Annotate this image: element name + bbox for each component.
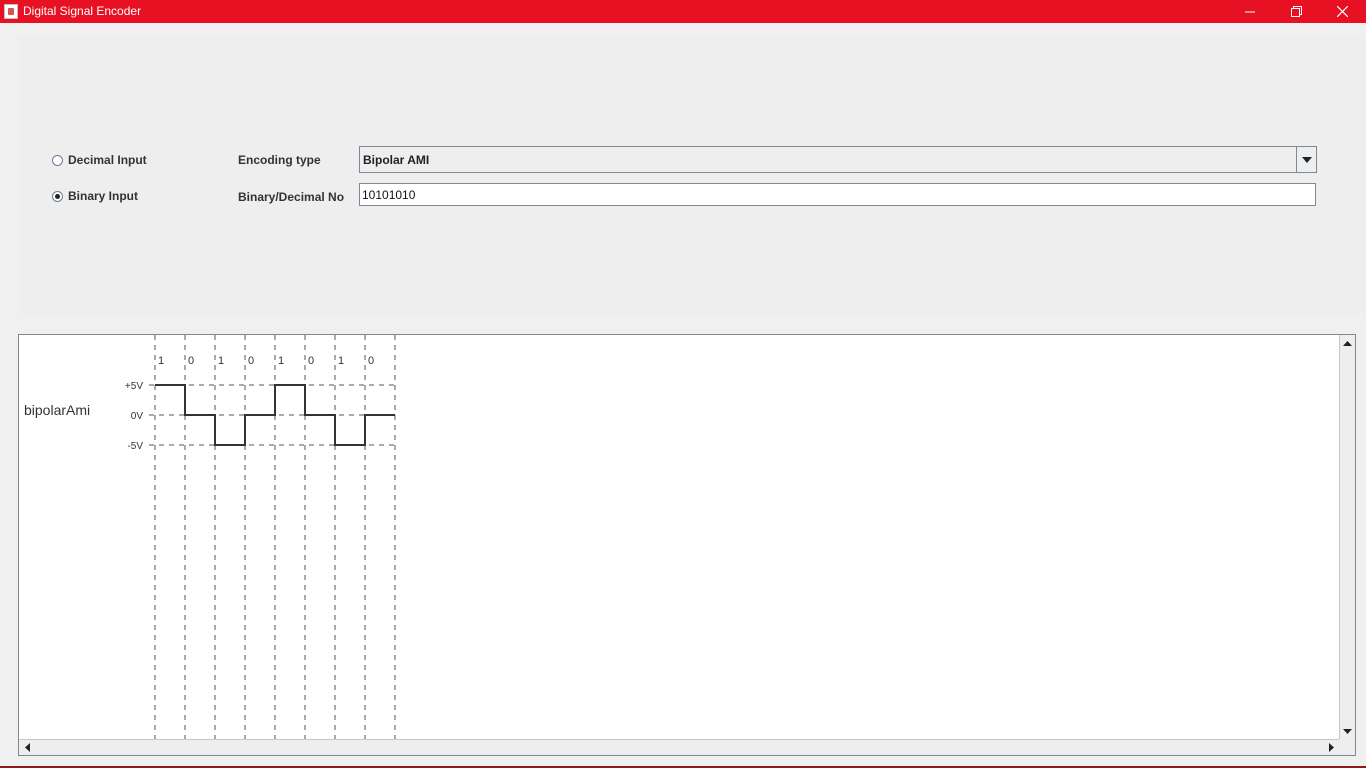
bit-label: 0 — [188, 355, 194, 367]
encoding-type-dropdown[interactable]: Bipolar AMI — [359, 146, 1317, 173]
arrow-up-icon — [1342, 340, 1352, 346]
bit-label: 1 — [158, 355, 164, 367]
bit-label: 1 — [338, 355, 344, 367]
bit-label: 1 — [218, 355, 224, 367]
restore-button[interactable] — [1273, 0, 1319, 23]
binary-decimal-input[interactable] — [359, 183, 1316, 206]
scroll-corner — [1339, 739, 1355, 755]
encoding-type-label: Encoding type — [238, 153, 321, 167]
signal-plot: +5V 0V -5V 1 0 1 0 1 0 1 0 — [125, 335, 396, 739]
bit-label: 1 — [278, 355, 284, 367]
minimize-button[interactable] — [1227, 0, 1273, 23]
arrow-right-icon — [1328, 742, 1334, 752]
radio-indicator-checked — [52, 190, 63, 202]
dropdown-arrow-button[interactable] — [1296, 147, 1316, 172]
level-label: 0V — [131, 411, 144, 422]
binary-decimal-label: Binary/Decimal No — [238, 190, 345, 204]
bit-label: 0 — [248, 355, 254, 367]
binary-input-label: Binary Input — [68, 189, 139, 203]
encoding-type-value: Bipolar AMI — [363, 153, 430, 167]
arrow-left-icon — [24, 742, 30, 752]
chevron-down-icon — [1301, 156, 1312, 163]
restore-icon — [1290, 6, 1302, 17]
window-title: Digital Signal Encoder — [23, 4, 142, 18]
close-icon — [1336, 6, 1348, 17]
java-app-icon — [4, 4, 18, 19]
binary-input-radio[interactable]: Binary Input — [52, 189, 138, 203]
close-button[interactable] — [1319, 0, 1365, 23]
radio-indicator — [52, 154, 63, 166]
scroll-right-button[interactable] — [1324, 740, 1338, 754]
bit-label: 0 — [368, 355, 374, 367]
decimal-input-label: Decimal Input — [68, 153, 147, 167]
horizontal-scrollbar[interactable] — [19, 739, 1339, 755]
scroll-down-button[interactable] — [1340, 724, 1354, 738]
vertical-scrollbar[interactable] — [1339, 335, 1355, 739]
scroll-up-button[interactable] — [1340, 336, 1354, 350]
level-label: +5V — [125, 381, 143, 392]
arrow-down-icon — [1342, 728, 1352, 734]
level-label: -5V — [127, 441, 143, 452]
decimal-input-radio[interactable]: Decimal Input — [52, 153, 147, 167]
signal-plot-panel: bipolarAmi +5V 0V -5V 1 0 1 0 1 0 1 0 — [18, 334, 1356, 756]
controls-panel — [18, 37, 1365, 314]
minimize-icon — [1245, 11, 1255, 12]
title-bar: Digital Signal Encoder — [0, 0, 1366, 23]
scroll-left-button[interactable] — [20, 740, 34, 754]
bit-label: 0 — [308, 355, 314, 367]
